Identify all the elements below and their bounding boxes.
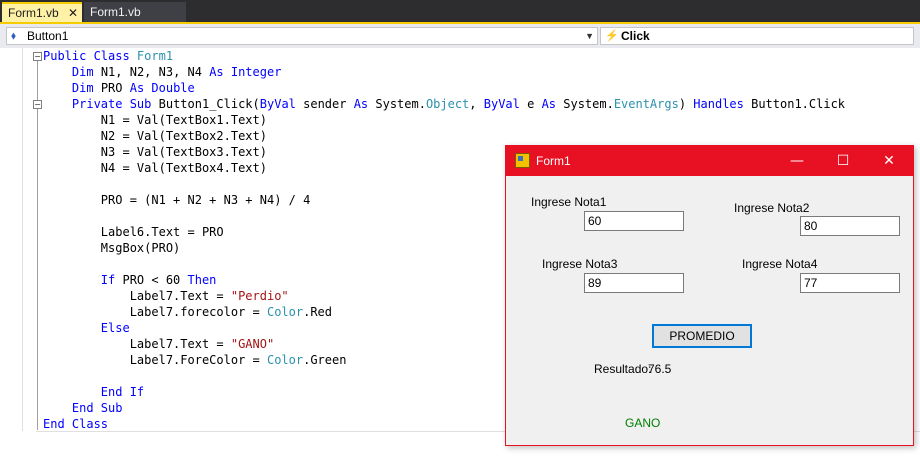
code-token: sender — [295, 97, 354, 111]
code-token: "Perdio" — [230, 289, 289, 303]
code-token: Form1 — [136, 49, 174, 63]
code-token: Label7.Text = — [43, 289, 231, 303]
object-dropdown[interactable]: ⬧ Button1 ▼ — [6, 27, 598, 45]
code-token: Label7.Text = — [43, 337, 231, 351]
code-token: Button1_Click( — [151, 97, 260, 111]
code-token: PRO < 60 — [115, 273, 188, 287]
code-token: PRO = (N1 + N2 + N3 + N4) / 4 — [43, 193, 311, 207]
code-token: As Double — [129, 81, 195, 95]
code-token: ) — [678, 97, 694, 111]
event-dropdown-value: Click — [621, 29, 650, 43]
code-token: .Red — [303, 305, 332, 319]
code-token: .Green — [303, 353, 347, 367]
code-token: EventArgs — [613, 97, 679, 111]
maximize-button[interactable]: ☐ — [820, 146, 866, 176]
code-token: , — [469, 97, 484, 111]
outlining-line — [37, 60, 38, 430]
label-nota4: Ingrese Nota4 — [742, 257, 818, 271]
collapse-sub-icon[interactable]: − — [33, 100, 42, 109]
code-token: Handles — [693, 97, 744, 111]
code-line[interactable]: Private Sub Button1_Click(ByVal sender A… — [43, 96, 845, 112]
result-status-label: GANO — [625, 416, 661, 430]
code-token: End If — [100, 385, 145, 399]
code-token: End Class — [43, 417, 109, 431]
code-token: N3 = Val(TextBox3.Text) — [43, 145, 267, 159]
code-line[interactable]: Dim N1, N2, N3, N4 As Integer — [43, 64, 845, 80]
code-token: ByVal — [259, 97, 296, 111]
tab-form1-design[interactable]: Form1.vb [Diseño] — [84, 2, 186, 39]
code-token: N1, N2, N3, N4 — [93, 65, 210, 79]
code-token: N2 = Val(TextBox2.Text) — [43, 129, 267, 143]
label-nota1: Ingrese Nota1 — [531, 195, 607, 209]
tab-label: Form1.vb — [8, 6, 59, 20]
textbox4-input[interactable]: 77 — [800, 273, 900, 293]
code-token: Object — [425, 97, 470, 111]
label-nota3: Ingrese Nota3 — [542, 257, 618, 271]
code-token: Then — [187, 273, 217, 287]
code-token: PRO — [93, 81, 130, 95]
control-icon: ⬧ — [11, 30, 16, 42]
textbox3-input[interactable]: 89 — [584, 273, 684, 293]
code-token: Button1.Click — [743, 97, 846, 111]
code-token: As Integer — [209, 65, 282, 79]
promedio-button[interactable]: PROMEDIO — [652, 324, 752, 348]
resultado-label: Resultado: — [594, 362, 652, 376]
document-tab-strip: Form1.vb ✕ Form1.vb [Diseño] — [0, 0, 920, 39]
editor-gutter-divider — [22, 48, 23, 431]
code-token: As — [353, 97, 369, 111]
window-titlebar[interactable]: Form1 — ☐ ✕ — [506, 146, 913, 176]
code-token: ByVal — [483, 97, 520, 111]
label-nota2: Ingrese Nota2 — [734, 201, 810, 215]
code-token: N4 = Val(TextBox4.Text) — [43, 161, 267, 175]
code-token: Label7.ForeColor = — [43, 353, 267, 367]
code-token: Color — [266, 353, 304, 367]
code-line[interactable]: N2 = Val(TextBox2.Text) — [43, 128, 845, 144]
code-token: Label6.Text = PRO — [43, 225, 224, 239]
chevron-down-icon: ▼ — [585, 31, 594, 41]
code-token: Dim — [71, 81, 94, 95]
close-icon[interactable]: ✕ — [68, 4, 78, 22]
resultado-value: 76.5 — [648, 362, 672, 376]
navigation-bar: ⬧ Button1 ▼ ⚡ Click — [0, 24, 920, 49]
minimize-button[interactable]: — — [774, 146, 820, 176]
tab-form1-vb[interactable]: Form1.vb ✕ — [2, 2, 82, 22]
code-token: If — [100, 273, 116, 287]
object-dropdown-value: Button1 — [27, 29, 69, 43]
code-token: System. — [556, 97, 614, 111]
code-line[interactable]: N1 = Val(TextBox1.Text) — [43, 112, 845, 128]
code-token: Private Sub — [71, 97, 152, 111]
textbox1-input[interactable]: 60 — [584, 211, 684, 231]
close-button[interactable]: ✕ — [866, 146, 912, 176]
lightning-icon: ⚡ — [605, 30, 619, 42]
code-token: e — [519, 97, 542, 111]
code-token: Color — [266, 305, 304, 319]
code-token: End Sub — [71, 401, 123, 415]
code-token: Dim — [71, 65, 94, 79]
code-token: "GANO" — [230, 337, 275, 351]
code-line[interactable]: Public Class Form1 — [43, 48, 845, 64]
collapse-class-icon[interactable]: − — [33, 52, 42, 61]
code-token: Public Class — [43, 49, 137, 63]
code-token: System. — [368, 97, 426, 111]
code-token: Label7.forecolor = — [43, 305, 267, 319]
code-token: As — [541, 97, 557, 111]
code-token: MsgBox(PRO) — [43, 241, 181, 255]
code-line[interactable]: Dim PRO As Double — [43, 80, 845, 96]
window-title: Form1 — [536, 154, 571, 168]
textbox2-input[interactable]: 80 — [800, 216, 900, 236]
form-app-icon — [515, 153, 530, 168]
code-token: Else — [100, 321, 130, 335]
form1-window: Form1 — ☐ ✕ Ingrese Nota1 60 Ingrese Not… — [505, 145, 914, 446]
code-token: N1 = Val(TextBox1.Text) — [43, 113, 267, 127]
event-dropdown[interactable]: ⚡ Click — [600, 27, 914, 45]
